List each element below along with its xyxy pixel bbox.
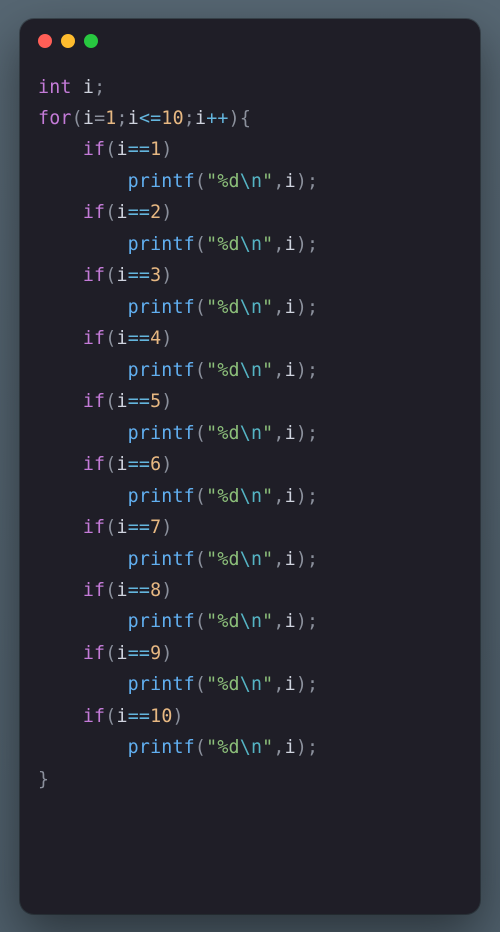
titlebar	[20, 19, 480, 64]
code-window: int i; for(i=1;i<=10;i++){ if(i==1) prin…	[20, 19, 480, 914]
zoom-icon[interactable]	[84, 34, 98, 48]
minimize-icon[interactable]	[61, 34, 75, 48]
close-icon[interactable]	[38, 34, 52, 48]
code-area: int i; for(i=1;i<=10;i++){ if(i==1) prin…	[20, 64, 480, 814]
